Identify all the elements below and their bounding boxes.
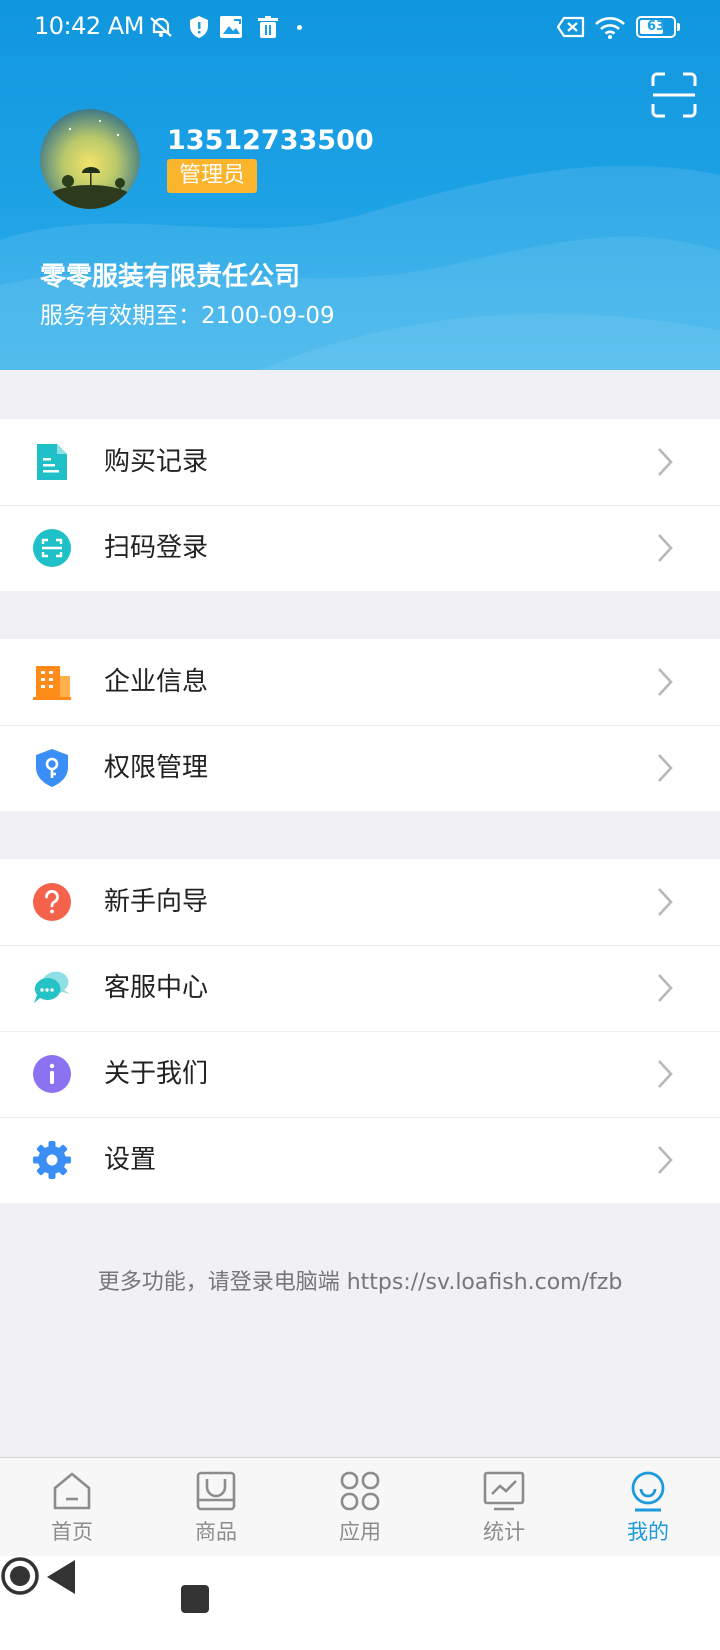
info-icon: [33, 1055, 71, 1093]
chevron-right-icon: [658, 534, 673, 562]
menu-item-company-info[interactable]: 企业信息: [0, 639, 720, 725]
status-bar: 10:42 AM 63: [0, 0, 720, 56]
question-icon: [33, 883, 71, 921]
chevron-right-icon: [658, 1146, 673, 1174]
sim-x-icon: [556, 16, 585, 38]
document-icon: [37, 444, 67, 480]
home-button[interactable]: [0, 1556, 40, 1596]
company-name: 零零服装有限责任公司: [40, 262, 301, 292]
menu-group-3: 新手向导 客服中心 关于我们 设置: [0, 859, 720, 1203]
chart-icon: [483, 1471, 525, 1511]
recents-button[interactable]: [181, 1585, 209, 1613]
back-button[interactable]: [45, 1558, 77, 1596]
menu-item-label: 客服中心: [104, 973, 209, 1003]
menu-item-settings[interactable]: 设置: [0, 1117, 720, 1203]
apps-icon: [340, 1471, 380, 1511]
chevron-right-icon: [658, 888, 673, 916]
tab-label: 统计: [483, 1520, 525, 1544]
desktop-login-hint: 更多功能，请登录电脑端 https://sv.loafish.com/fzb: [97, 1270, 623, 1295]
system-navigation-bar: [0, 1556, 720, 1650]
shield-icon: [190, 16, 208, 38]
menu-item-label: 新手向导: [104, 887, 209, 917]
scan-icon: [33, 529, 71, 567]
gear-icon: [33, 1141, 71, 1179]
tab-statistics[interactable]: 统计: [432, 1458, 576, 1557]
bottom-tab-bar: 首页 商品 应用 统计 我的: [0, 1457, 720, 1557]
menu-group-2: 企业信息 权限管理: [0, 639, 720, 811]
status-time: 10:42 AM: [34, 12, 144, 40]
tab-label: 应用: [339, 1520, 381, 1544]
profile-header: 10:42 AM 63 13512733500 管理员 零零服装有限责任公司 服…: [0, 0, 720, 370]
image-icon: [220, 16, 242, 38]
menu-item-beginner-guide[interactable]: 新手向导: [0, 859, 720, 945]
tab-apps[interactable]: 应用: [288, 1458, 432, 1557]
tab-home[interactable]: 首页: [0, 1458, 144, 1557]
avatar[interactable]: [40, 109, 140, 209]
home-icon: [53, 1472, 91, 1510]
inbox-icon: [196, 1471, 236, 1511]
trash-icon: [258, 16, 278, 38]
tab-label: 我的: [627, 1520, 669, 1544]
tab-mine[interactable]: 我的: [576, 1458, 720, 1557]
user-phone: 13512733500: [167, 125, 374, 156]
dot-icon: [297, 25, 302, 30]
chevron-right-icon: [658, 1060, 673, 1088]
chevron-right-icon: [658, 754, 673, 782]
menu-item-label: 设置: [104, 1145, 157, 1175]
chevron-right-icon: [658, 448, 673, 476]
chevron-right-icon: [658, 974, 673, 1002]
service-expiry: 服务有效期至：2100-09-09: [40, 303, 335, 329]
tab-label: 首页: [51, 1520, 93, 1544]
chat-icon: [34, 971, 70, 1003]
role-badge: 管理员: [167, 159, 258, 193]
chevron-right-icon: [658, 668, 673, 696]
smile-icon: [631, 1471, 665, 1512]
menu-item-about-us[interactable]: 关于我们: [0, 1031, 720, 1117]
menu-item-scan-login[interactable]: 扫码登录: [0, 505, 720, 591]
menu-item-customer-service[interactable]: 客服中心: [0, 945, 720, 1031]
tab-label: 商品: [195, 1520, 237, 1544]
scan-icon-button[interactable]: [651, 72, 697, 118]
menu-group-1: 购买记录 扫码登录: [0, 419, 720, 591]
menu-item-permission-management[interactable]: 权限管理: [0, 725, 720, 811]
menu-item-label: 企业信息: [104, 667, 209, 697]
wifi-icon: [595, 17, 625, 39]
battery-level: 63: [646, 19, 666, 34]
mute-icon: [150, 17, 172, 37]
building-icon: [33, 666, 71, 700]
battery-tip: [677, 23, 680, 31]
battery-icon: 63: [636, 16, 676, 38]
tab-products[interactable]: 商品: [144, 1458, 288, 1557]
menu-item-label: 权限管理: [104, 753, 209, 783]
menu-item-label: 扫码登录: [104, 533, 209, 563]
menu-item-purchase-records[interactable]: 购买记录: [0, 419, 720, 505]
menu-item-label: 关于我们: [104, 1059, 209, 1089]
menu-item-label: 购买记录: [104, 447, 209, 477]
key-shield-icon: [36, 749, 68, 787]
